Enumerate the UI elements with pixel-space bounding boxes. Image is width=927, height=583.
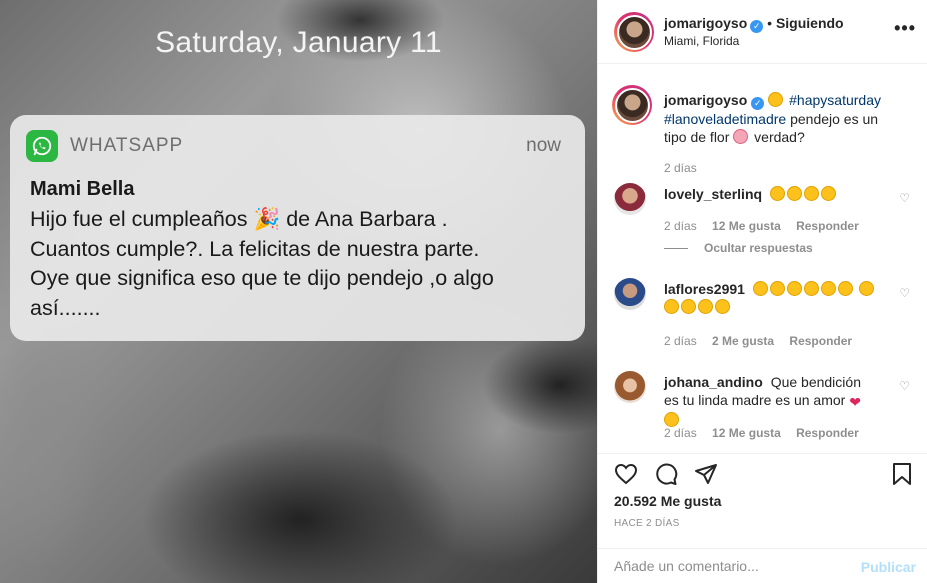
tulip-emoji-icon [733, 129, 749, 144]
hide-replies-button[interactable]: Ocultar respuestas [664, 241, 813, 255]
whatsapp-notification: WHATSAPP now Mami Bella Hijo fue el cump… [10, 115, 585, 341]
verified-badge-icon: ✓ [751, 97, 765, 110]
caption-avatar[interactable] [612, 85, 652, 125]
grin-emoji-icon [820, 186, 836, 201]
notification-line: Oye que significa eso que te dijo pendej… [30, 266, 494, 290]
laugh-emoji-icon [803, 281, 819, 296]
grimace-emoji-icon [768, 92, 784, 107]
grin-emoji-icon [786, 186, 802, 201]
notification-header: WHATSAPP now [26, 129, 561, 163]
reply-button[interactable]: Responder [796, 426, 859, 440]
heart-emoji-icon: ❤ [849, 394, 861, 410]
comment-likes[interactable]: 12 Me gusta [712, 219, 781, 233]
caption-text: jomarigoyso ✓ #hapysaturday #lanoveladeti… [664, 91, 894, 146]
comment-time[interactable]: 2 días [664, 219, 697, 233]
rofl-emoji-icon [820, 281, 836, 296]
hide-replies-label: Ocultar respuestas [704, 241, 813, 255]
commenter-avatar[interactable] [614, 278, 646, 310]
laugh-emoji-icon [769, 281, 785, 296]
like-heart-icon[interactable] [612, 460, 640, 488]
laugh-emoji-icon [698, 299, 713, 314]
post-location[interactable]: Miami, Florida [664, 34, 739, 48]
comment-input[interactable] [614, 558, 844, 574]
author-avatar[interactable] [614, 12, 654, 52]
post-actions: 20.592 Me gusta HACE 2 DÍAS Publicar [598, 453, 927, 583]
author-username[interactable]: jomarigoyso [664, 15, 747, 31]
notification-line: Hijo fue el cumpleaños 🎉 de Ana Barbara … [30, 207, 448, 231]
comment-likes[interactable]: 2 Me gusta [712, 334, 774, 348]
commenter-avatar[interactable] [614, 371, 646, 403]
rofl-emoji-icon [786, 281, 802, 296]
commenter-username[interactable]: lovely_sterlinq [664, 186, 762, 202]
comments-list[interactable]: jomarigoyso ✓ #hapysaturday #lanoveladeti… [598, 65, 927, 453]
grin-emoji-icon [803, 186, 819, 201]
lock-screen-date: Saturday, January 11 [155, 26, 442, 59]
post-photo[interactable]: Saturday, January 11 WHATSAPP now Mami B… [0, 0, 597, 583]
more-options-icon[interactable]: ••• [894, 18, 916, 39]
comment-text: lovely_sterlinq [664, 185, 884, 203]
laugh-emoji-icon [858, 281, 874, 296]
comment-text: laflores2991 [664, 280, 884, 316]
add-comment-bar: Publicar [598, 548, 927, 583]
likes-count[interactable]: 20.592 Me gusta [614, 493, 721, 509]
share-plane-icon[interactable] [692, 460, 720, 488]
hashtag-link[interactable]: #hapysaturday [789, 92, 881, 108]
notification-app-name: WHATSAPP [70, 135, 184, 156]
header-separator: • [767, 15, 773, 31]
notification-line: así....... [30, 295, 101, 320]
notification-line: Cuantos cumple?. La felicitas de nuestra… [30, 236, 480, 261]
rofl-emoji-icon [681, 299, 696, 314]
hashtag-link[interactable]: #lanoveladetimadre [664, 111, 786, 127]
like-comment-icon[interactable]: ♡ [899, 286, 910, 300]
grin-emoji-icon [769, 186, 785, 201]
whatsapp-icon [26, 130, 58, 162]
caption-username[interactable]: jomarigoyso [664, 92, 747, 108]
caption-time[interactable]: 2 días [664, 161, 697, 175]
caption-body-end: verdad? [754, 129, 805, 145]
like-comment-icon[interactable]: ♡ [899, 191, 910, 205]
comment-meta: 2 días 12 Me gusta Responder [664, 219, 871, 233]
reply-button[interactable]: Responder [789, 334, 852, 348]
comment-time[interactable]: 2 días [664, 334, 697, 348]
rofl-emoji-icon [715, 299, 730, 314]
commenter-avatar[interactable] [614, 183, 646, 215]
post-panel: jomarigoyso ✓ • Siguiendo Miami, Florida … [597, 0, 927, 583]
rofl-emoji-icon [837, 281, 853, 296]
comment-meta: 2 días 12 Me gusta Responder [664, 426, 871, 440]
post-timestamp[interactable]: HACE 2 DÍAS [614, 518, 680, 529]
notification-body: Hijo fue el cumpleaños 🎉 de Ana Barbara … [30, 205, 570, 323]
comment-text: johana_andino Que bendición es tu linda … [664, 373, 879, 429]
post-header: jomarigoyso ✓ • Siguiendo Miami, Florida … [598, 0, 927, 64]
comment-likes[interactable]: 12 Me gusta [712, 426, 781, 440]
bookmark-icon[interactable] [888, 460, 916, 488]
author-line: jomarigoyso ✓ • Siguiendo [664, 15, 844, 33]
laugh-emoji-icon [752, 281, 768, 296]
following-button[interactable]: Siguiendo [776, 15, 844, 31]
commenter-username[interactable]: johana_andino [664, 374, 763, 390]
smile-emoji-icon [664, 412, 679, 427]
notification-sender: Mami Bella [30, 178, 135, 200]
notification-time: now [526, 135, 561, 156]
comment-meta: 2 días 2 Me gusta Responder [664, 334, 864, 348]
comment-bubble-icon[interactable] [652, 460, 680, 488]
verified-badge-icon: ✓ [750, 20, 764, 33]
publish-button[interactable]: Publicar [861, 559, 916, 575]
reply-button[interactable]: Responder [796, 219, 859, 233]
commenter-username[interactable]: laflores2991 [664, 281, 745, 297]
caption-meta: 2 días [664, 161, 709, 175]
like-comment-icon[interactable]: ♡ [899, 379, 910, 393]
laugh-emoji-icon [664, 299, 679, 314]
comment-time[interactable]: 2 días [664, 426, 697, 440]
